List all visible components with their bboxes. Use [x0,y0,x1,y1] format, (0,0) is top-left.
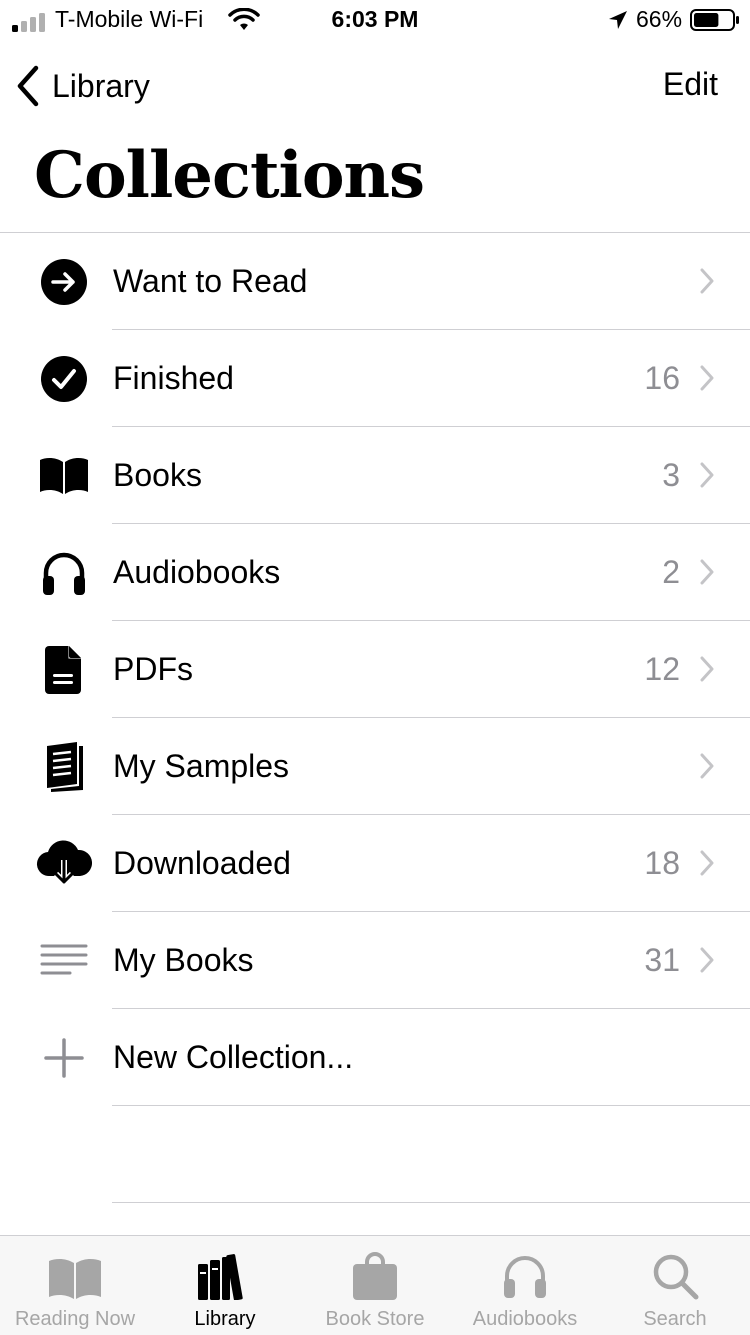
page-title: Collections [34,138,425,213]
samples-icon [36,742,92,792]
collection-row-finished[interactable]: Finished 16 [0,330,750,427]
tab-label: Library [194,1308,256,1330]
cloud-download-icon [36,839,92,889]
edit-button[interactable]: Edit [663,66,718,103]
tab-bar: Reading Now Library Book Store Audiobook… [0,1235,750,1335]
library-icon [195,1248,255,1300]
headphones-icon [495,1248,555,1300]
collection-label: Audiobooks [113,554,281,590]
chevron-right-icon [700,850,714,876]
collection-row-downloaded[interactable]: Downloaded 18 [0,815,750,912]
collection-row-my-samples[interactable]: My Samples [0,718,750,815]
document-icon [36,645,92,695]
collection-row-pdfs[interactable]: PDFs 12 [0,621,750,718]
chevron-right-icon [700,559,714,585]
tab-label: Reading Now [14,1308,136,1330]
collection-count: 16 [644,360,680,396]
collection-label: Want to Read [113,263,308,299]
tab-reading-now[interactable]: Reading Now [0,1236,150,1335]
tab-book-store[interactable]: Book Store [300,1236,450,1335]
chevron-right-icon [700,947,714,973]
chevron-right-icon [700,365,714,391]
status-bar: T-Mobile Wi-Fi 6:03 PM 66% [0,0,750,40]
open-book-icon [45,1248,105,1300]
tab-library[interactable]: Library [150,1236,300,1335]
chevron-right-icon [700,462,714,488]
open-book-icon [36,451,92,501]
battery-icon [690,9,739,31]
chevron-right-icon [700,753,714,779]
new-collection-button[interactable]: New Collection... [0,1009,750,1106]
collection-row-audiobooks[interactable]: Audiobooks 2 [0,524,750,621]
back-button-label: Library [52,67,150,104]
collection-row-want-to-read[interactable]: Want to Read [0,233,750,330]
collection-label: Finished [113,360,234,396]
collection-row-my-books[interactable]: My Books 31 [0,912,750,1009]
collection-count: 18 [644,845,680,881]
collection-label: My Books [113,942,254,978]
lines-icon [36,936,92,986]
row-separator [112,1105,750,1106]
checkmark-circle-icon [36,354,92,404]
chevron-right-icon [700,656,714,682]
collection-label: PDFs [113,651,193,687]
tab-search[interactable]: Search [600,1236,750,1335]
chevron-right-icon [700,268,714,294]
navigation-bar: Library Edit [0,56,750,116]
collection-label: Downloaded [113,845,291,881]
battery-percentage: 66% [636,6,683,32]
collection-row-books[interactable]: Books 3 [0,427,750,524]
collection-count: 2 [662,554,680,590]
plus-icon [36,1033,92,1083]
back-button[interactable]: Library [14,62,150,110]
tab-label: Book Store [325,1308,425,1330]
location-arrow-icon [609,11,627,29]
tab-audiobooks[interactable]: Audiobooks [450,1236,600,1335]
shopping-bag-icon [345,1248,405,1300]
headphones-icon [36,548,92,598]
collection-count: 31 [644,942,680,978]
new-collection-label: New Collection... [113,1039,354,1075]
collection-label: My Samples [113,748,290,784]
collection-count: 3 [662,457,680,493]
chevron-left-icon [17,65,39,107]
tab-label: Audiobooks [472,1308,578,1330]
collection-label: Books [113,457,202,493]
row-separator [112,1202,750,1203]
collection-count: 12 [644,651,680,687]
tab-label: Search [643,1308,707,1330]
collections-list: Want to Read Finished 16 Books 3 Audiobo… [0,233,750,1106]
arrow-circle-icon [36,257,92,307]
search-icon [645,1248,705,1300]
